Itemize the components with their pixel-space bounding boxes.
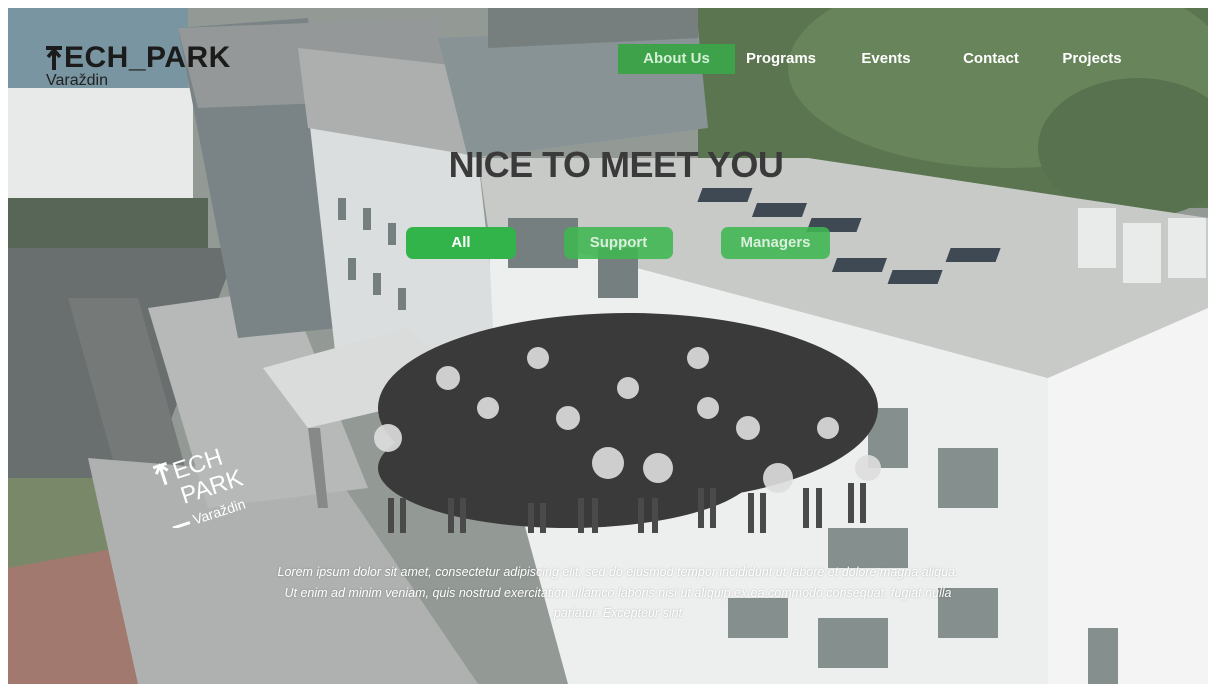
filter-support-button[interactable]: Support: [564, 227, 673, 259]
brand-subtitle: Varaždin: [46, 72, 108, 89]
brand-logo[interactable]: ECH_PARK Varaždin: [45, 43, 231, 90]
nav-item-contact[interactable]: Contact: [956, 44, 1026, 74]
filter-all-button[interactable]: All: [406, 227, 516, 259]
up-arrow-icon: [46, 46, 62, 70]
brand-title: ECH_PARK: [45, 43, 231, 73]
wall-sign-logo: ECH PARK Varaždin: [152, 444, 247, 528]
nav-item-programs[interactable]: Programs: [741, 44, 821, 74]
hero-section: ECH PARK Varaždin ECH_PARK Varaždin Abou…: [8, 8, 1208, 684]
brand-title-text: ECH_PARK: [64, 41, 231, 74]
nav-item-projects[interactable]: Projects: [1055, 44, 1129, 74]
page-headline: NICE TO MEET YOU: [448, 144, 784, 185]
nav-item-about-us[interactable]: About Us: [618, 44, 735, 74]
nav-item-events[interactable]: Events: [856, 44, 916, 74]
intro-paragraph: Lorem ipsum dolor sit amet, consectetur …: [277, 565, 959, 620]
filter-managers-button[interactable]: Managers: [721, 227, 830, 259]
